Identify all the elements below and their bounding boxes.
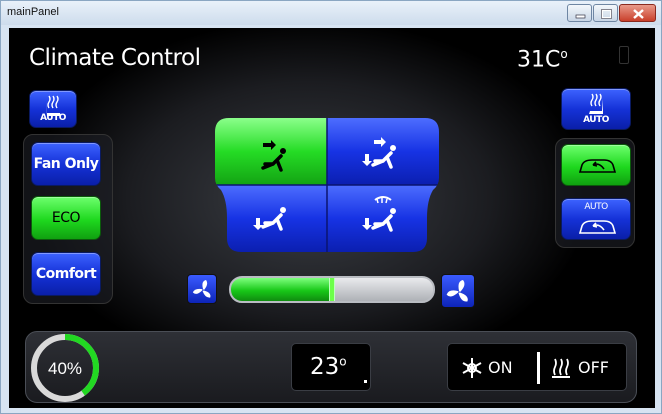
minimize-button[interactable]	[567, 4, 592, 22]
recirculation-button[interactable]	[561, 144, 631, 186]
eco-button[interactable]: ECO	[31, 196, 101, 240]
minimize-icon	[575, 14, 586, 19]
set-temperature-value: 23o	[310, 354, 347, 380]
recirculation-auto-button[interactable]: AUTO	[561, 198, 631, 240]
status-divider	[537, 352, 540, 384]
fan-low-icon	[192, 280, 211, 298]
outside-temperature: 31Co	[517, 47, 568, 72]
temperature-dot	[364, 380, 367, 383]
airflow-face-feet-button[interactable]	[327, 118, 439, 185]
fan-increase-button[interactable]	[441, 274, 475, 308]
page-title: Climate Control	[29, 45, 201, 71]
fan-decrease-button[interactable]	[187, 274, 217, 304]
snowflake-icon	[462, 358, 482, 378]
car-recirculation-icon	[578, 220, 617, 234]
seat-heat-right-button[interactable]: AUTO	[561, 88, 631, 130]
maximize-button[interactable]	[593, 4, 618, 22]
airflow-feet-button[interactable]	[215, 185, 327, 252]
airflow-face-button[interactable]	[215, 118, 327, 185]
outside-temp-value: 31C	[517, 47, 561, 73]
battery-icon	[619, 46, 629, 64]
seat-heat-left-label: AUTO	[40, 113, 66, 123]
app-window: mainPanel Climate Control 31Co AUTO Fan …	[0, 0, 662, 414]
heater-icon	[552, 358, 570, 378]
fan-only-label: Fan Only	[33, 156, 99, 172]
fan-speed-thumb[interactable]	[329, 278, 335, 301]
airflow-selector	[215, 118, 439, 252]
close-button[interactable]	[619, 4, 656, 22]
ac-heat-status[interactable]: ON OFF	[447, 343, 627, 391]
comfort-label: Comfort	[35, 266, 97, 282]
fan-gauge-value: 40%	[47, 359, 83, 378]
seat-heat-right-label: AUTO	[583, 115, 609, 125]
close-icon	[633, 9, 644, 19]
set-temperature-number: 23	[310, 354, 340, 380]
set-temperature-degree: o	[339, 354, 347, 369]
heat-status-label: OFF	[578, 358, 609, 377]
fan-speed-fill	[231, 278, 332, 301]
fan-only-button[interactable]: Fan Only	[31, 142, 101, 186]
title-bar[interactable]: mainPanel	[1, 1, 661, 25]
fan-speed-slider[interactable]	[229, 276, 435, 303]
fan-high-icon	[446, 280, 468, 302]
seat-heat-left-button[interactable]: AUTO	[29, 90, 77, 128]
window-title: mainPanel	[7, 6, 59, 18]
car-recirculation-icon	[578, 159, 617, 173]
ac-status-label: ON	[488, 358, 513, 377]
seat-heat-icon	[46, 95, 61, 116]
maximize-icon	[601, 9, 612, 19]
comfort-button[interactable]: Comfort	[31, 252, 101, 296]
airflow-defrost-feet-button[interactable]	[327, 185, 439, 252]
eco-label: ECO	[51, 210, 81, 226]
climate-panel: Climate Control 31Co AUTO Fan Only ECO C…	[9, 28, 655, 408]
set-temperature-display[interactable]: 23o	[291, 343, 371, 391]
outside-temp-degree: o	[560, 47, 568, 61]
